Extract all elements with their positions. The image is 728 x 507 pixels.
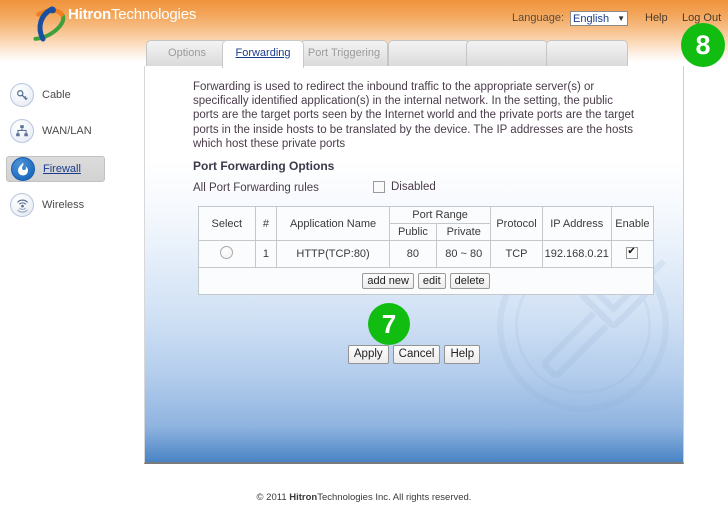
tab-label: Port Triggering — [307, 47, 381, 59]
flame-icon — [11, 157, 35, 181]
tab-label: Forwarding — [235, 47, 291, 59]
section-title: Port Forwarding Options — [193, 159, 335, 173]
row-action-buttons: add new edit delete — [198, 267, 654, 295]
annotation-badge-8: 8 — [681, 23, 725, 67]
all-rules-label: All Port Forwarding rules — [193, 182, 319, 194]
row-private-port: 80 ~ 80 — [436, 240, 492, 268]
help-button[interactable]: Help — [444, 345, 481, 364]
col-port-range: Port Range — [388, 206, 492, 224]
sidebar-item-wan-lan[interactable]: WAN/LAN — [6, 118, 103, 144]
brand-bold: Hitron — [68, 6, 111, 23]
row-protocol: TCP — [490, 240, 543, 268]
footer-brand-light: Technologies — [317, 492, 373, 503]
disabled-checkbox-group[interactable]: Disabled — [373, 181, 436, 193]
language-select[interactable]: English ▼ — [570, 11, 628, 26]
tab-empty-5[interactable] — [546, 40, 628, 66]
footer-suffix: Inc. All rights reserved. — [372, 492, 472, 503]
sidebar-item-firewall[interactable]: Firewall — [6, 156, 105, 182]
col-ip-address: IP Address — [541, 206, 612, 241]
port-forwarding-table: Select # Application Name Port Range Pro… — [198, 206, 655, 295]
sidebar-item-label: WAN/LAN — [42, 125, 92, 137]
edit-button[interactable]: edit — [417, 273, 446, 289]
sidebar: Cable WAN/LAN Firewall Wireless — [0, 62, 144, 482]
table-head: Select # Application Name Port Range Pro… — [198, 206, 655, 241]
col-select: Select — [198, 206, 256, 241]
cancel-button[interactable]: Cancel — [392, 345, 441, 364]
chevron-down-icon: ▼ — [617, 13, 625, 23]
apply-button[interactable]: Apply — [347, 345, 389, 364]
tab-label: Options — [168, 47, 206, 59]
key-icon — [10, 83, 34, 107]
col-enable: Enable — [610, 206, 655, 241]
row-number: 1 — [254, 240, 278, 268]
sidebar-item-label: Cable — [42, 89, 71, 101]
brand-title: HitronTechnologies — [68, 6, 196, 23]
tab-forwarding[interactable]: Forwarding — [222, 40, 304, 68]
col-application-name: Application Name — [276, 206, 390, 241]
col-number: # — [254, 206, 278, 241]
help-link[interactable]: Help — [645, 12, 668, 24]
tab-port-triggering[interactable]: Port Triggering — [300, 40, 388, 66]
page-description: Forwarding is used to redirect the inbou… — [193, 81, 635, 150]
tab-empty-3[interactable] — [388, 40, 470, 66]
content-panel: Forwarding is used to redirect the inbou… — [144, 66, 684, 464]
add-new-button[interactable]: add new — [362, 273, 414, 289]
row-enable-checkbox[interactable] — [626, 246, 639, 259]
sidebar-item-wireless[interactable]: Wireless — [6, 192, 103, 218]
language-label: Language: — [512, 12, 564, 24]
sidebar-item-label: Firewall — [43, 163, 81, 175]
row-public-port: 80 — [388, 240, 438, 268]
row-radio[interactable] — [220, 246, 234, 259]
sidebar-item-label: Wireless — [42, 199, 85, 211]
row-enable-cell[interactable] — [610, 240, 655, 268]
wifi-signal-icon — [10, 193, 34, 217]
annotation-badge-7: 7 — [368, 303, 410, 345]
table-header-row: Select # Application Name Port Range Pro… — [198, 206, 655, 241]
footer-brand-bold: Hitron — [289, 492, 318, 503]
col-protocol: Protocol — [490, 206, 543, 241]
disabled-label: Disabled — [391, 181, 436, 193]
form-action-buttons: Apply Cancel Help — [145, 345, 683, 364]
delete-button[interactable]: delete — [449, 273, 490, 289]
table-body: 1 HTTP(TCP:80) 80 80 ~ 80 TCP 192.168.0.21 — [198, 240, 655, 268]
footer-copyright: © 2011 — [256, 492, 290, 503]
sidebar-item-cable[interactable]: Cable — [6, 82, 103, 108]
col-private: Private — [436, 223, 492, 241]
row-select-cell[interactable] — [198, 240, 256, 268]
language-value: English — [573, 12, 610, 25]
network-icon — [10, 119, 34, 143]
disabled-checkbox[interactable] — [373, 181, 385, 193]
tab-options[interactable]: Options — [146, 40, 228, 66]
table-buttons-row: add new edit delete — [198, 267, 654, 295]
brand-light: Technologies — [110, 6, 197, 23]
page-footer: © 2011 HitronTechnologies Inc. All right… — [0, 492, 728, 503]
table-row[interactable]: 1 HTTP(TCP:80) 80 80 ~ 80 TCP 192.168.0.21 — [198, 240, 655, 268]
row-ip-address: 192.168.0.21 — [541, 240, 612, 268]
table-foot: add new edit delete — [198, 267, 654, 295]
row-application-name: HTTP(TCP:80) — [276, 240, 390, 268]
tab-empty-4[interactable] — [466, 40, 548, 66]
col-public: Public — [388, 223, 438, 241]
